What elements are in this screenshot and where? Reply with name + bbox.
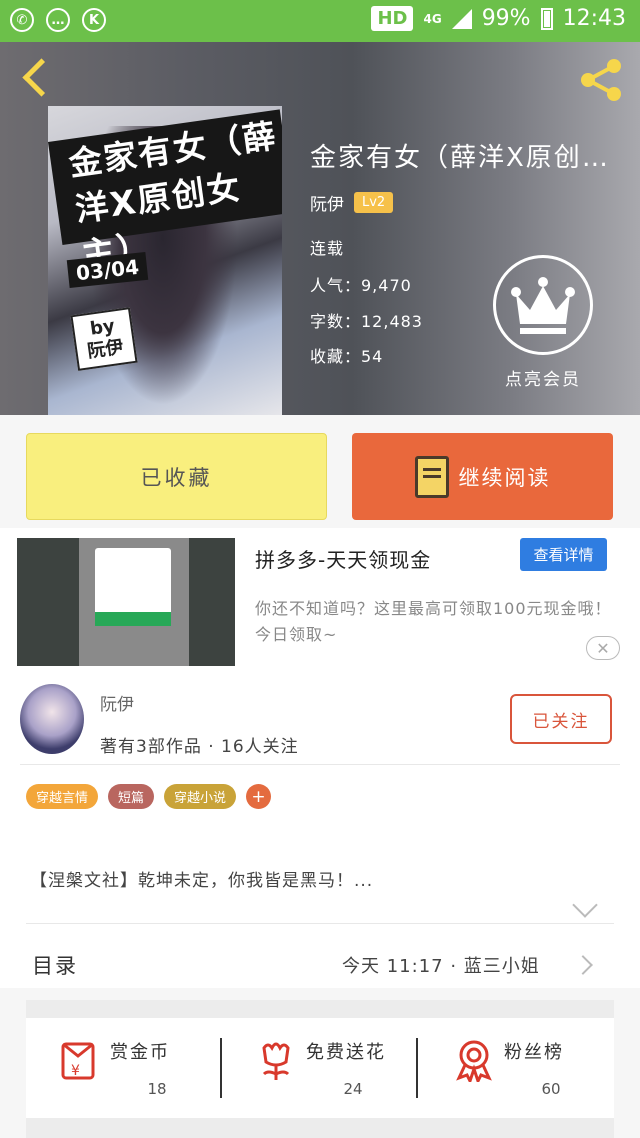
section-gap [26,1118,614,1138]
section-gap [26,1000,614,1018]
divider [416,1038,418,1098]
level-badge: Lv2 [354,192,394,213]
book-author[interactable]: 阮伊 [310,190,344,215]
book-title: 金家有女（薛洋X原创女... [310,143,630,173]
book-favorites: 收藏：54 [310,347,384,366]
send-flower-count: 24 [343,1080,363,1098]
send-flower-label: 免费送花 [306,1042,386,1063]
flower-icon [262,1042,290,1080]
cover-author-stamp: by 阮伊 [70,307,138,371]
cover-title: 金家有女（薛洋X原创女主） [66,115,280,275]
tag-chip[interactable]: 短篇 [108,784,155,809]
continue-reading-label: 继续阅读 [458,465,551,490]
tag-chip[interactable]: 穿越言情 [26,784,99,809]
author-stats: 著有3部作品 · 16人关注 [100,737,299,757]
divider [20,764,620,765]
ad-close-icon[interactable]: ✕ [586,636,620,660]
k-icon: K [82,8,106,32]
book-word-count: 字数：12,483 [310,312,423,331]
book-intro[interactable]: 【涅槃文社】乾坤未定，你我皆是黑马！... [30,866,373,891]
reward-coins-count: 18 [147,1080,167,1098]
ad-title[interactable]: 拼多多-天天领现金 [255,544,431,573]
ad-details-button[interactable]: 查看详情 [520,538,607,571]
divider [220,1038,222,1098]
divider [26,923,614,924]
latest-update[interactable]: 今天 11:17 · 蓝三小姐 [342,952,540,978]
fan-ranking-label: 粉丝榜 [504,1042,564,1063]
phone-icon: ✆ [10,8,34,32]
vip-label[interactable]: 点亮会员 [490,365,596,390]
network-type: 4G [423,11,442,26]
author-section: 阮伊 著有3部作品 · 16人关注 已关注 穿越言情 短篇 穿越小说 + 【涅槃… [0,678,640,988]
add-tag-button[interactable]: + [246,784,272,809]
chevron-down-icon[interactable] [572,892,598,918]
chevron-right-icon[interactable] [573,955,593,975]
battery-icon [540,7,553,30]
hd-icon: HD [371,6,414,31]
coin-envelope-icon: ¥ [61,1042,95,1080]
book-header: 金家有女（薛洋X原创女主） 03/04 by 阮伊 金家有女（薛洋X原创女...… [0,42,640,415]
send-flower-button[interactable]: 免费送花 24 [248,1030,418,1110]
continue-reading-button[interactable]: 继续阅读 [352,433,613,520]
share-icon[interactable] [578,56,626,104]
ribbon-medal-icon [456,1040,492,1082]
reward-coins-label: 赏金币 [110,1042,170,1063]
back-icon[interactable] [18,58,58,98]
avatar[interactable] [20,684,84,754]
battery-percent: 99% [481,6,531,31]
book-icon [414,455,449,498]
catalog-label[interactable]: 目录 [32,950,78,980]
signal-icon [451,8,472,29]
svg-text:¥: ¥ [71,1063,80,1079]
chat-icon: … [46,8,70,32]
book-status: 连载 [310,239,345,258]
book-cover[interactable]: 金家有女（薛洋X原创女主） 03/04 by 阮伊 [48,106,282,415]
tag-list: 穿越言情 短篇 穿越小说 + [26,784,272,809]
fan-ranking-button[interactable]: 粉丝榜 60 [446,1030,614,1110]
ad-description: 你还不知道吗？这里最高可领取100元现金哦！今日领取~ [255,599,612,644]
collected-button[interactable]: 已收藏 [26,433,327,520]
follow-button[interactable]: 已关注 [510,694,612,744]
status-bar: ✆ … K HD 4G 99% 12:43 [0,0,640,42]
crown-icon [511,277,575,334]
vip-crown-button[interactable] [493,255,593,355]
tag-chip[interactable]: 穿越小说 [164,784,237,809]
ad-image[interactable] [17,538,235,666]
fan-ranking-count: 60 [541,1080,561,1098]
reward-coins-button[interactable]: ¥ 赏金币 18 [52,1030,222,1110]
author-name[interactable]: 阮伊 [100,690,134,715]
clock: 12:43 [562,6,626,31]
ad-banner[interactable]: 拼多多-天天领现金 查看详情 你还不知道吗？这里最高可领取100元现金哦！今日领… [0,528,640,678]
reward-bar: ¥ 赏金币 18 免费送花 24 粉丝榜 60 [26,1018,614,1118]
book-popularity: 人气：9,470 [310,276,412,295]
